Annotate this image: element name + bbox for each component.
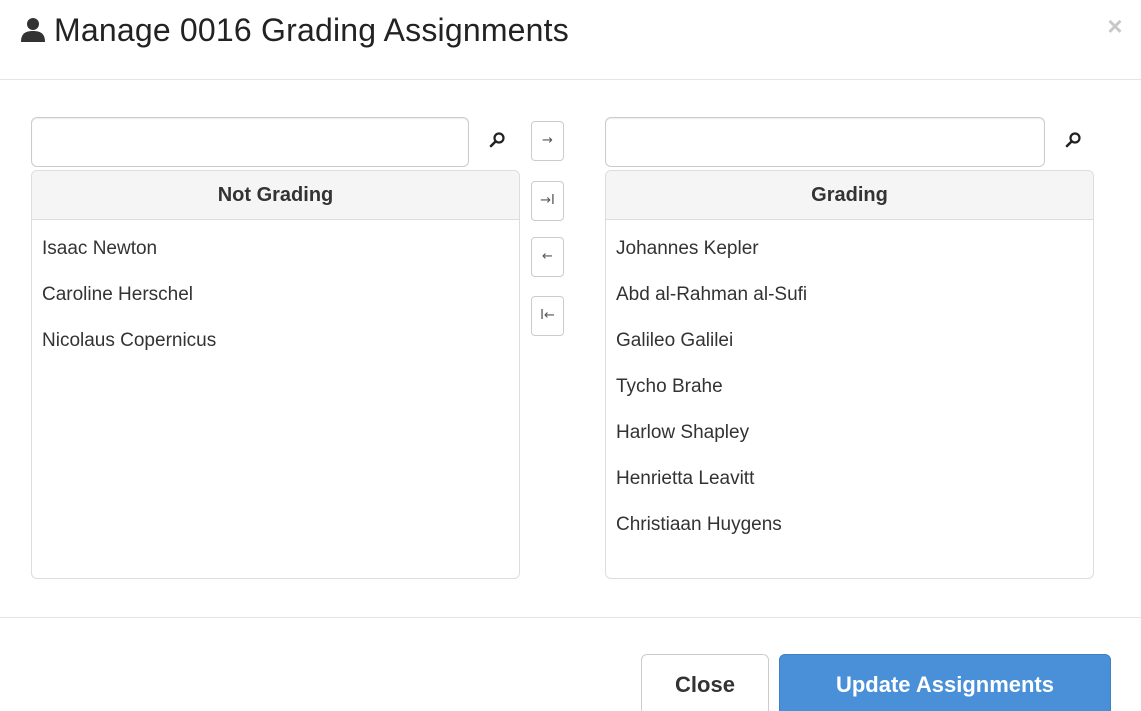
grading-list: Grading Johannes Kepler Abd al-Rahman al… <box>605 170 1094 579</box>
not-grading-search-input[interactable] <box>31 117 469 167</box>
not-grading-header: Not Grading <box>32 171 519 220</box>
grading-search-input[interactable] <box>605 117 1045 167</box>
list-item[interactable]: Tycho Brahe <box>606 364 1093 410</box>
list-item[interactable]: Harlow Shapley <box>606 410 1093 456</box>
list-item[interactable]: Nicolaus Copernicus <box>32 318 519 364</box>
footer-divider <box>0 617 1141 618</box>
grading-list-body: Johannes Kepler Abd al-Rahman al-Sufi Ga… <box>606 220 1093 548</box>
user-icon <box>21 18 45 42</box>
move-all-right-button[interactable]: →I <box>531 181 564 221</box>
move-selected-left-button[interactable]: ← <box>531 237 564 277</box>
list-item[interactable]: Henrietta Leavitt <box>606 456 1093 502</box>
list-item[interactable]: Abd al-Rahman al-Sufi <box>606 272 1093 318</box>
close-icon[interactable]: × <box>1101 12 1129 40</box>
not-grading-list: Not Grading Isaac Newton Caroline Hersch… <box>31 170 520 579</box>
update-assignments-button[interactable]: Update Assignments <box>779 654 1111 711</box>
list-item[interactable]: Isaac Newton <box>32 226 519 272</box>
list-item[interactable]: Galileo Galilei <box>606 318 1093 364</box>
not-grading-list-body: Isaac Newton Caroline Herschel Nicolaus … <box>32 220 519 364</box>
search-icon[interactable] <box>1065 131 1083 149</box>
close-button[interactable]: Close <box>641 654 769 711</box>
move-selected-right-button[interactable]: → <box>531 121 564 161</box>
move-all-left-button[interactable]: I← <box>531 296 564 336</box>
list-item[interactable]: Christiaan Huygens <box>606 502 1093 548</box>
modal-title: Manage 0016 Grading Assignments <box>20 8 569 52</box>
modal-title-text: Manage 0016 Grading Assignments <box>54 12 569 48</box>
modal-header: Manage 0016 Grading Assignments × <box>0 0 1141 80</box>
search-icon[interactable] <box>489 131 507 149</box>
grading-header: Grading <box>606 171 1093 220</box>
list-item[interactable]: Johannes Kepler <box>606 226 1093 272</box>
list-item[interactable]: Caroline Herschel <box>32 272 519 318</box>
